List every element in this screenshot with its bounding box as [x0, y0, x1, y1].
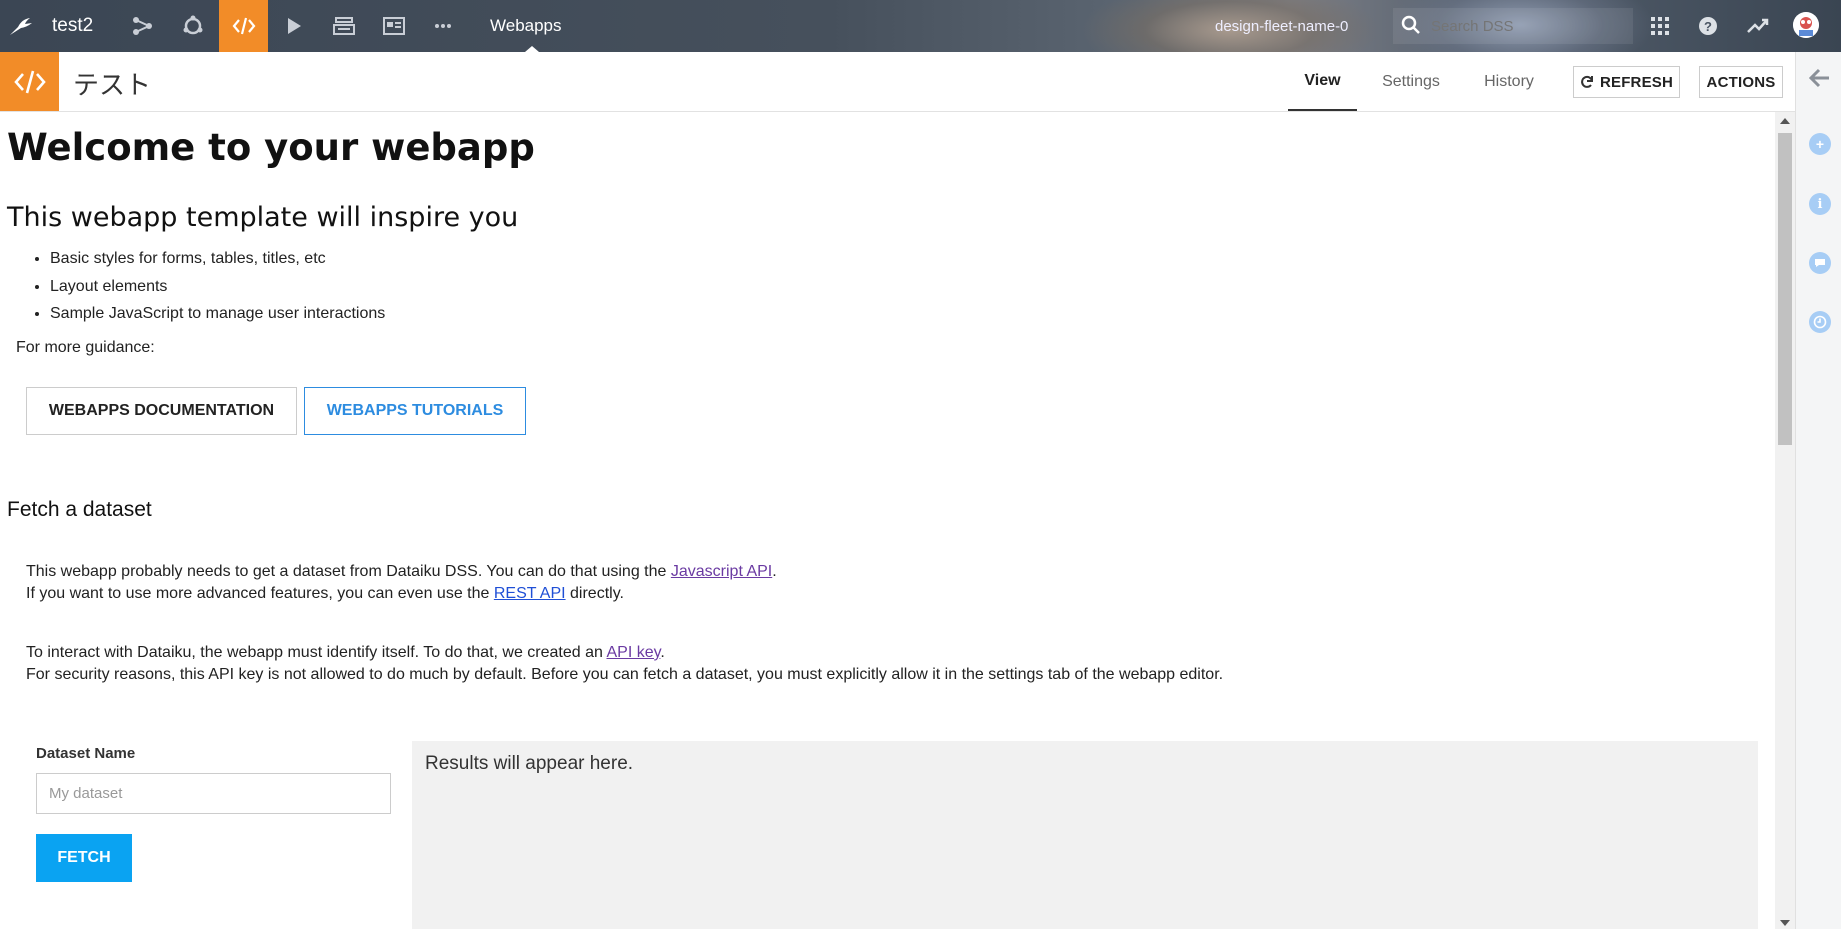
- tab-history[interactable]: History: [1467, 52, 1551, 111]
- apps-grid-icon[interactable]: [1645, 0, 1675, 52]
- webapp-title: テスト: [73, 71, 152, 101]
- dashboard-icon[interactable]: [372, 0, 416, 52]
- api-key-link[interactable]: API key: [606, 644, 660, 661]
- results-panel: Results will appear here.: [412, 741, 1758, 929]
- collapse-arrow-icon[interactable]: [1808, 68, 1831, 93]
- fetch-dataset-heading: Fetch a dataset: [7, 498, 152, 521]
- discussion-icon[interactable]: [1809, 252, 1831, 274]
- user-avatar[interactable]: [1793, 12, 1819, 38]
- javascript-api-link[interactable]: Javascript API: [671, 563, 772, 580]
- page-subheading: This webapp template will inspire you: [7, 202, 519, 233]
- paragraph-security: For security reasons, this API key is no…: [26, 666, 1224, 683]
- timeline-clock-icon[interactable]: [1809, 311, 1831, 333]
- tab-view[interactable]: View: [1288, 52, 1357, 111]
- tab-settings[interactable]: Settings: [1371, 52, 1451, 111]
- global-search[interactable]: [1393, 8, 1633, 44]
- svg-text:?: ?: [1704, 19, 1712, 34]
- instance-name: design-fleet-name-0: [1215, 17, 1349, 35]
- content-scrollbar[interactable]: [1775, 112, 1795, 929]
- paragraph-js-api: This webapp probably needs to get a data…: [26, 561, 777, 583]
- right-side-rail: + i: [1795, 52, 1841, 929]
- dataset-name-label: Dataset Name: [36, 745, 136, 762]
- stack-icon[interactable]: [322, 0, 366, 52]
- flow-icon[interactable]: [121, 0, 165, 52]
- webapp-code-icon: [0, 52, 59, 111]
- fetch-button[interactable]: FETCH: [36, 834, 132, 882]
- paragraph-text: To interact with Dataiku, the webapp mus…: [26, 644, 607, 661]
- paragraph-text: This webapp probably needs to get a data…: [26, 563, 671, 580]
- guidance-label: For more guidance:: [16, 339, 155, 356]
- dataiku-bird-logo-icon[interactable]: [0, 0, 42, 52]
- paragraph-text: If you want to use more advanced feature…: [26, 585, 494, 602]
- circle-cog-icon[interactable]: [171, 0, 215, 52]
- feature-list: Basic styles for forms, tables, titles, …: [8, 245, 385, 328]
- refresh-label: REFRESH: [1599, 73, 1674, 91]
- page-heading: Welcome to your webapp: [7, 126, 535, 169]
- help-icon[interactable]: ?: [1693, 0, 1723, 52]
- refresh-button[interactable]: REFRESH: [1573, 66, 1680, 98]
- list-item: Sample JavaScript to manage user interac…: [50, 300, 385, 328]
- top-navigation-bar: test2 Webapps design-fleet-name-0 ?: [0, 0, 1841, 52]
- play-icon[interactable]: [272, 0, 316, 52]
- list-item: Basic styles for forms, tables, titles, …: [50, 245, 385, 273]
- paragraph-text: .: [772, 563, 777, 580]
- paragraph-text: directly.: [565, 585, 624, 602]
- rest-api-link[interactable]: REST API: [494, 585, 566, 602]
- project-name[interactable]: test2: [52, 0, 93, 52]
- code-icon[interactable]: [219, 0, 268, 52]
- add-icon[interactable]: +: [1809, 133, 1831, 155]
- search-icon: [1401, 15, 1421, 40]
- paragraph-rest-api: If you want to use more advanced feature…: [26, 583, 624, 605]
- results-placeholder-text: Results will appear here.: [425, 753, 634, 774]
- dataset-name-input[interactable]: [36, 773, 391, 814]
- webapp-header: テスト View Settings History REFRESH ACTION…: [0, 52, 1795, 112]
- webapps-documentation-button[interactable]: WEBAPPS DOCUMENTATION: [26, 387, 297, 435]
- webapps-tutorials-button[interactable]: WEBAPPS TUTORIALS: [304, 387, 526, 435]
- scroll-up-arrow-icon[interactable]: [1780, 118, 1790, 124]
- actions-button[interactable]: ACTIONS: [1699, 66, 1783, 98]
- scroll-down-arrow-icon[interactable]: [1780, 920, 1790, 926]
- info-icon[interactable]: i: [1809, 193, 1831, 215]
- list-item: Layout elements: [50, 273, 385, 301]
- scroll-thumb[interactable]: [1778, 133, 1792, 445]
- paragraph-api-key: To interact with Dataiku, the webapp mus…: [26, 642, 665, 664]
- webapp-content: Welcome to your webapp This webapp templ…: [0, 112, 1772, 929]
- section-label[interactable]: Webapps: [490, 0, 562, 52]
- search-input[interactable]: [1429, 16, 1583, 36]
- paragraph-text: .: [660, 644, 665, 661]
- more-icon[interactable]: [421, 0, 465, 52]
- refresh-icon: [1580, 75, 1594, 89]
- activity-trend-icon[interactable]: [1743, 0, 1773, 52]
